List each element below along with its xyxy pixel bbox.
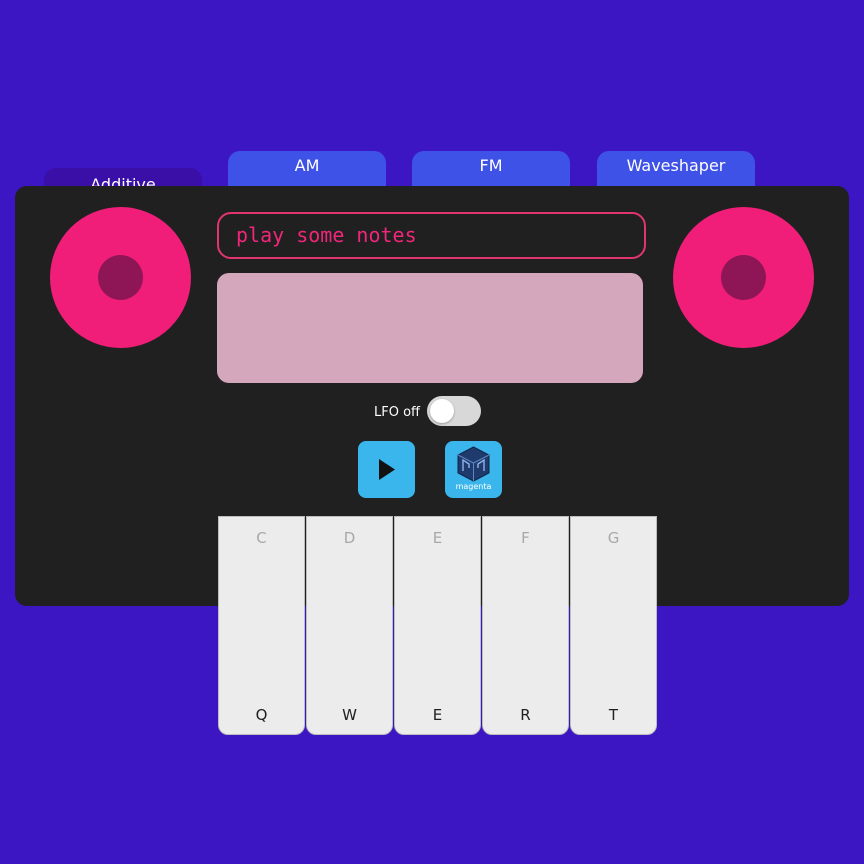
- key-note-label: D: [343, 529, 356, 547]
- speaker-right-icon: [673, 207, 814, 348]
- play-icon: [379, 459, 395, 480]
- lfo-label: LFO off: [374, 405, 420, 420]
- tab-fm-label: FM: [479, 156, 503, 175]
- piano-key-f[interactable]: F R: [482, 516, 569, 735]
- key-shortcut-label: W: [342, 706, 357, 724]
- key-note-label: F: [521, 529, 530, 547]
- tab-am-label: AM: [294, 156, 320, 175]
- key-shortcut-label: T: [608, 706, 619, 724]
- key-shortcut-label: E: [432, 706, 443, 724]
- magenta-label: magenta: [455, 482, 492, 491]
- message-display: play some notes: [217, 212, 646, 259]
- key-note-label: C: [256, 529, 267, 547]
- lfo-toggle[interactable]: [427, 396, 481, 426]
- magenta-button[interactable]: magenta: [445, 441, 502, 498]
- piano-key-c[interactable]: C Q: [218, 516, 305, 735]
- key-shortcut-label: Q: [255, 706, 268, 724]
- play-button[interactable]: [358, 441, 415, 498]
- speaker-left-cone: [98, 255, 143, 300]
- tab-waveshaper-label: Waveshaper: [626, 156, 726, 175]
- speaker-left-icon: [50, 207, 191, 348]
- key-shortcut-label: R: [520, 706, 531, 724]
- piano-key-e[interactable]: E E: [394, 516, 481, 735]
- lfo-toggle-knob: [430, 399, 454, 423]
- waveform-visualizer: [217, 273, 643, 383]
- key-note-label: G: [607, 529, 620, 547]
- piano-key-d[interactable]: D W: [306, 516, 393, 735]
- piano-key-g[interactable]: G T: [570, 516, 657, 735]
- speaker-right-cone: [721, 255, 766, 300]
- key-note-label: E: [432, 529, 443, 547]
